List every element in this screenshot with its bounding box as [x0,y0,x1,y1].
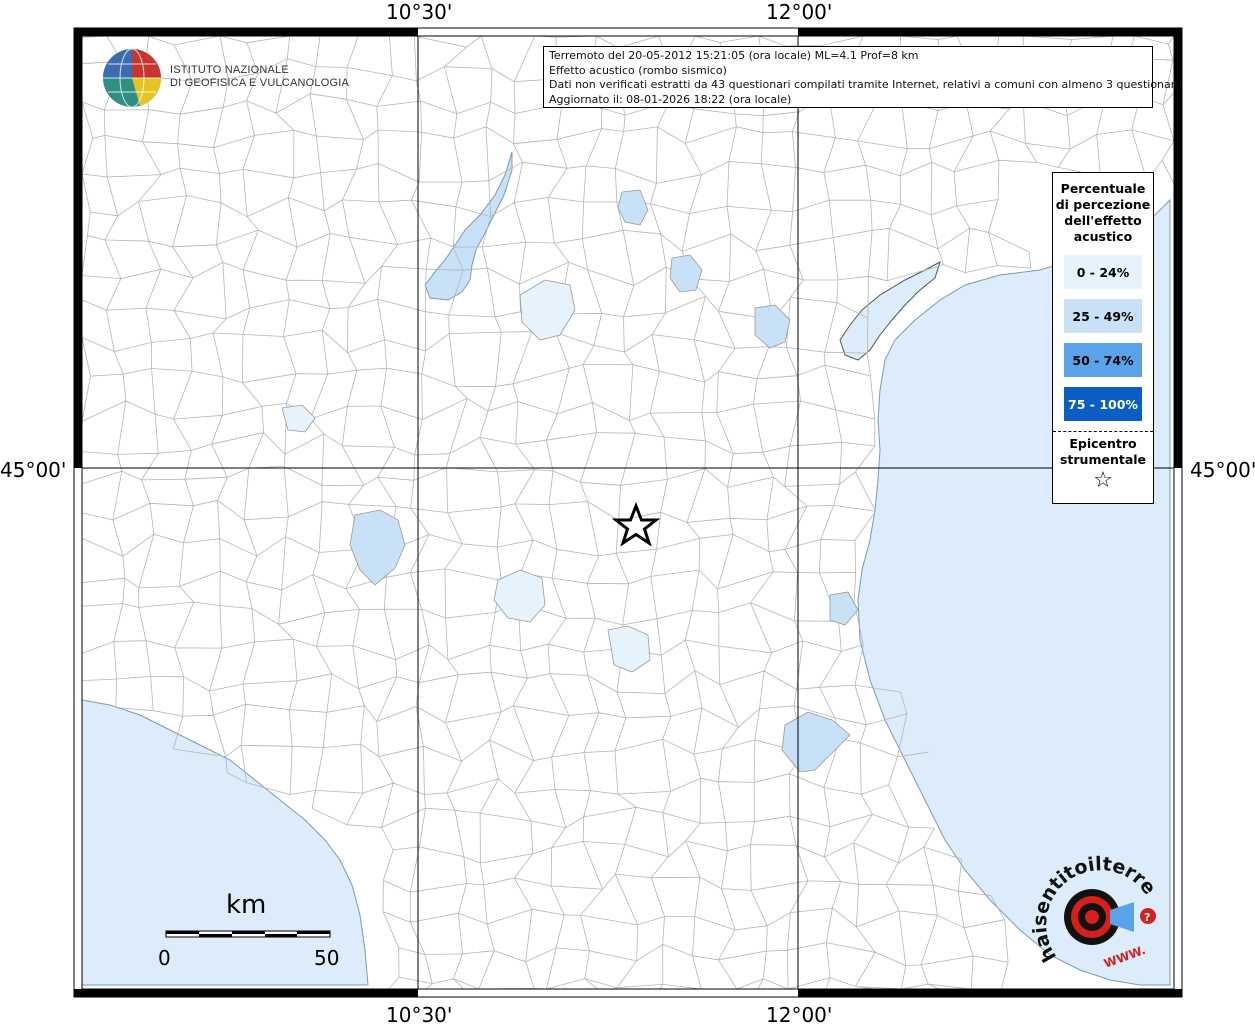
ingv-line1: ISTITUTO NAZIONALE [170,64,289,76]
legend-separator [1053,431,1153,432]
lon-label-top-left: 10°30' [386,0,453,24]
lat-label-right: 45°00' [1190,458,1255,482]
scale-min: 0 [158,946,171,970]
scale-unit: km [226,890,267,920]
haisentito-logo: haisentitoilterremoto.it ? WWW. [1032,852,1160,971]
legend-star-icon: ☆ [1093,468,1113,493]
lon-label-bottom-right: 12°00' [766,1003,833,1027]
event-effect: Effetto acustico (rombo sismico) [549,63,727,77]
legend-title: Percentuale di percezione dell'effetto a… [1055,181,1151,244]
haisentito-url: WWW. [1102,943,1147,971]
legend-class-75-100: 75 - 100% [1064,387,1142,421]
event-info-box: Terremoto del 20-05-2012 15:21:05 (ora l… [543,46,1182,108]
ingv-logo-text: ISTITUTO NAZIONALE DI GEOFISICA E VULCAN… [170,64,349,90]
legend-epicenter-label: Epicentro strumentale [1059,436,1147,467]
lon-label-top-right: 12°00' [766,0,833,24]
legend: Percentuale di percezione dell'effetto a… [1052,172,1154,504]
legend-class-0-24: 0 - 24% [1064,255,1142,289]
ingv-line2: DI GEOFISICA E VULCANOLOGIA [170,77,349,89]
legend-class-25-49: 25 - 49% [1064,299,1142,333]
event-data-note: Dati non verificati estratti da 43 quest… [549,78,1182,91]
lat-label-left: 45°00' [0,458,67,482]
legend-class-50-74: 50 - 74% [1064,343,1142,377]
event-title: Terremoto del 20-05-2012 15:21:05 (ora l… [549,49,919,62]
scale-max: 50 [314,946,340,970]
lon-label-bottom-left: 10°30' [386,1003,453,1027]
svg-text:?: ? [1144,911,1150,924]
scale-bar [165,930,331,938]
event-updated: Aggiornato il: 08-01-2026 18:22 (ora loc… [549,92,792,106]
